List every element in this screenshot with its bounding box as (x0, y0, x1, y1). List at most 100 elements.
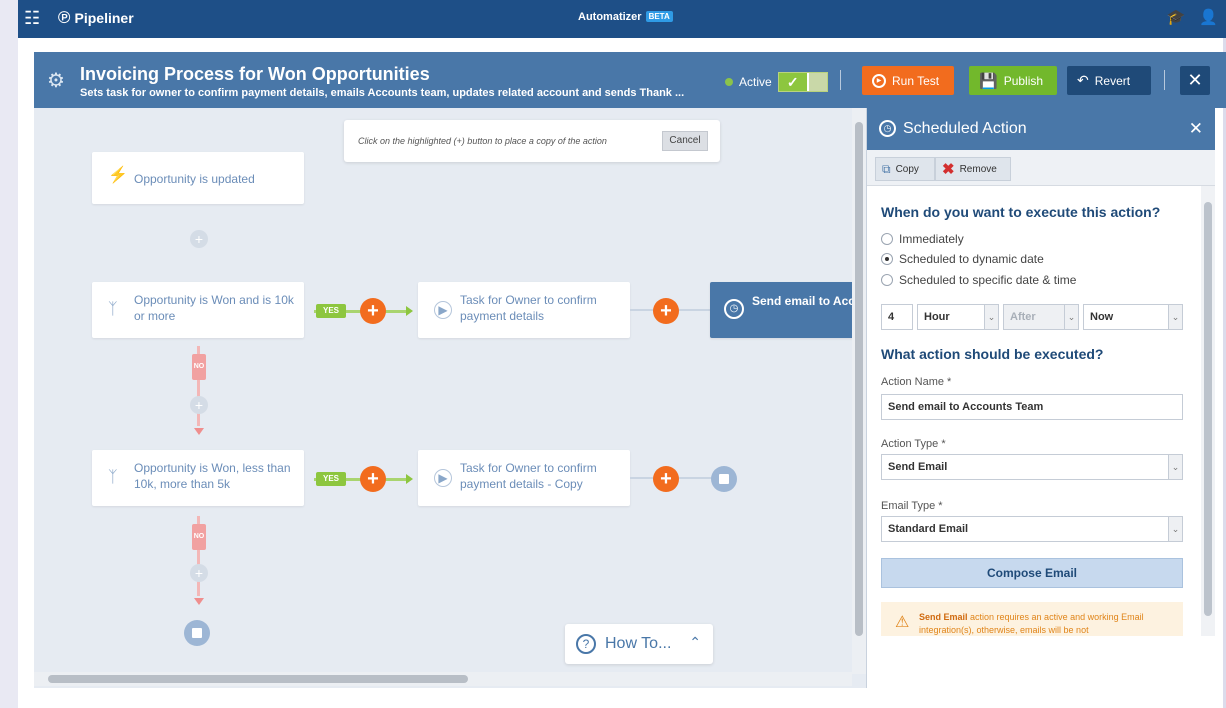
schedule-unit-select[interactable]: Hour ⌄ (917, 304, 999, 330)
radio-immediately[interactable]: Immediately (881, 232, 964, 246)
arrow-down-icon (194, 428, 204, 435)
close-icon: ✕ (1187, 70, 1203, 90)
add-step-button[interactable]: + (190, 396, 208, 414)
schedule-amount-input[interactable]: 4 (881, 304, 913, 330)
top-app-bar: ☷ ℗ Pipeliner Automatizer BETA 🎓 👤 (18, 0, 1226, 38)
module-title: Automatizer BETA (578, 11, 673, 23)
play-icon: ▶ (434, 301, 452, 319)
toggle-knob (806, 73, 827, 91)
revert-icon: ↶ (1077, 72, 1089, 88)
action-node[interactable]: ▶ Task for Owner to confirm payment deta… (418, 450, 630, 506)
panel-header: ◷ Scheduled Action ✕ (867, 108, 1215, 150)
schedule-reference-select[interactable]: Now ⌄ (1083, 304, 1183, 330)
email-type-value: Standard Email (888, 523, 969, 535)
scroll-thumb[interactable] (1204, 202, 1212, 616)
email-type-label: Email Type * (881, 500, 943, 512)
trigger-node[interactable]: ⚡ Opportunity is updated (92, 152, 304, 204)
add-action-button[interactable]: + (653, 466, 679, 492)
copy-button[interactable]: ⧉ Copy (875, 157, 935, 181)
branch-icon: ᛉ (108, 469, 118, 486)
copy-hint-banner: Click on the highlighted (+) button to p… (344, 120, 720, 162)
no-badge: NO (192, 524, 206, 550)
revert-label: Revert (1094, 73, 1131, 88)
radio-dynamic-date[interactable]: Scheduled to dynamic date (881, 252, 1044, 266)
gear-icon[interactable]: ⚙ (47, 68, 65, 93)
apps-grid-icon[interactable]: ☷ (24, 9, 40, 27)
radio-circle (881, 274, 893, 286)
play-icon: ▶ (872, 73, 886, 88)
canvas-horizontal-scrollbar[interactable] (34, 672, 852, 686)
add-action-button[interactable]: + (653, 298, 679, 324)
compose-email-button[interactable]: Compose Email (881, 558, 1183, 588)
condition-node[interactable]: ᛉ Opportunity is Won, less than 10k, mor… (92, 450, 304, 506)
branch-icon: ᛉ (108, 301, 118, 318)
radio-specific-date[interactable]: Scheduled to specific date & time (881, 273, 1076, 287)
add-step-button[interactable]: + (190, 230, 208, 248)
panel-title: Scheduled Action (903, 120, 1027, 137)
hint-text: Click on the highlighted (+) button to p… (358, 136, 607, 146)
publish-icon: 💾 (979, 72, 998, 90)
action-label-line: Send email to Accounts Team (752, 294, 866, 308)
reference-value: Now (1090, 311, 1114, 323)
lightning-icon: ⚡ (108, 167, 128, 184)
action-node[interactable]: ▶ Task for Owner to confirm payment deta… (418, 282, 630, 338)
status-dot-icon (725, 78, 733, 86)
yes-badge: YES (316, 472, 346, 486)
close-panel-icon[interactable]: ✕ (1189, 119, 1203, 139)
warning-text: Send Email action requires an active and… (919, 611, 1171, 636)
chevron-down-icon: ⌄ (1064, 305, 1078, 329)
action-name-label: Action Name * (881, 376, 952, 388)
process-title: Invoicing Process for Won Opportunities (80, 64, 430, 84)
close-process-button[interactable]: ✕ (1180, 66, 1210, 95)
canvas-vertical-scrollbar[interactable] (852, 108, 866, 674)
cancel-button[interactable]: Cancel (662, 131, 708, 151)
add-action-button[interactable]: + (360, 466, 386, 492)
publish-button[interactable]: 💾 Publish (969, 66, 1057, 95)
arrow-down-icon (194, 598, 204, 605)
condition-node[interactable]: ᛉ Opportunity is Won and is 10k or more (92, 282, 304, 338)
add-step-button[interactable]: + (190, 564, 208, 582)
remove-button[interactable]: ✖ Remove (935, 157, 1011, 181)
end-node-icon (711, 466, 737, 492)
divider (1164, 70, 1165, 90)
no-badge: NO (192, 354, 206, 380)
user-icon[interactable]: 👤 (1199, 8, 1218, 26)
app-window: ☷ ℗ Pipeliner Automatizer BETA 🎓 👤 ⚙ Invo… (18, 0, 1226, 708)
module-name: Automatizer (578, 11, 642, 23)
process-description: Sets task for owner to confirm payment d… (80, 87, 685, 99)
what-heading: What action should be executed? (881, 346, 1104, 362)
check-icon: ✓ (778, 73, 807, 91)
action-node-selected[interactable]: ◷ Send email to Accounts Team (710, 282, 866, 338)
scroll-thumb[interactable] (855, 122, 863, 636)
action-type-select[interactable]: Send Email ⌄ (881, 454, 1183, 480)
copy-label: Copy (895, 163, 919, 175)
trigger-label: Opportunity is updated (134, 172, 255, 186)
graduation-cap-icon[interactable]: 🎓 (1167, 8, 1186, 26)
publish-label: Publish (1003, 73, 1044, 88)
top-right-tools: 🎓 👤 (1167, 8, 1218, 26)
how-to-widget[interactable]: ? How To... ⌃ (565, 624, 713, 664)
how-to-label: How To... (605, 635, 672, 652)
chevron-down-icon: ⌄ (1168, 517, 1182, 541)
arrow-right-icon (406, 474, 413, 484)
scroll-thumb[interactable] (48, 675, 468, 683)
relation-value: After (1010, 311, 1036, 323)
process-header: ⚙ Invoicing Process for Won Opportunitie… (34, 52, 1226, 108)
pipeliner-logo[interactable]: ℗ Pipeliner (58, 8, 134, 28)
beta-badge: BETA (645, 11, 673, 22)
chevron-down-icon: ⌄ (1168, 455, 1182, 479)
panel-scrollbar[interactable] (1201, 186, 1215, 636)
add-action-button[interactable]: + (360, 298, 386, 324)
workflow-canvas[interactable]: Click on the highlighted (+) button to p… (34, 108, 866, 688)
radio-label: Scheduled to dynamic date (899, 252, 1044, 266)
action-name-input[interactable]: Send email to Accounts Team (881, 394, 1183, 420)
revert-button[interactable]: ↶ Revert (1067, 66, 1151, 95)
condition-label: Opportunity is Won and is 10k or more (134, 293, 294, 323)
email-type-select[interactable]: Standard Email ⌄ (881, 516, 1183, 542)
scheduled-action-panel: ◷ Scheduled Action ✕ ⧉ Copy ✖ Remove Whe… (866, 108, 1215, 688)
active-toggle[interactable]: ✓ (777, 72, 828, 92)
unit-value: Hour (924, 311, 950, 323)
chevron-down-icon: ⌄ (984, 305, 998, 329)
run-test-button[interactable]: ▶ Run Test (862, 66, 954, 95)
warning-icon: ⚠ (895, 614, 910, 631)
